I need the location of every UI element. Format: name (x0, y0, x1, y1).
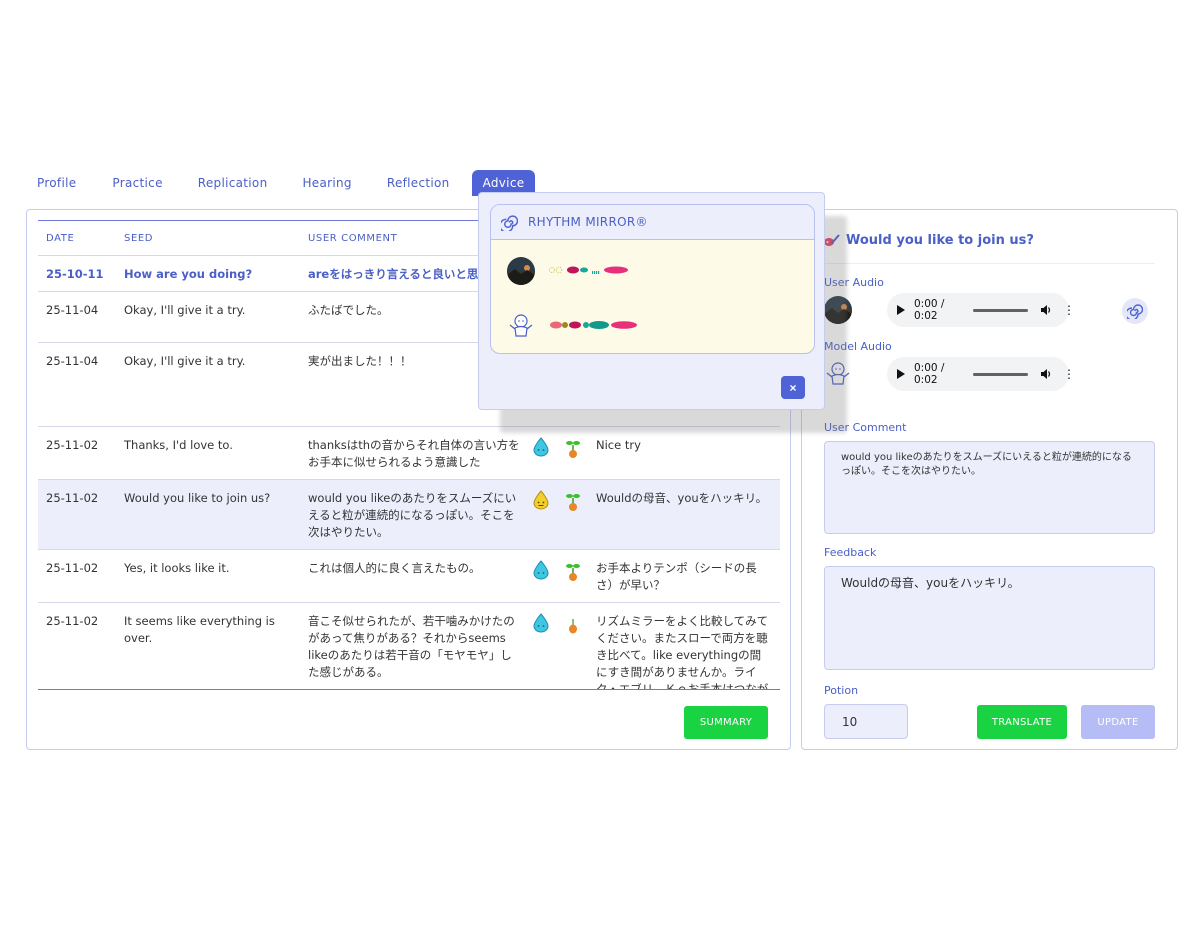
tab-bar: Profile Practice Replication Hearing Ref… (26, 170, 536, 196)
audio-time: 0:00 / 0:02 (914, 362, 945, 386)
cell-comment-text: areをはっきり言えると良いと思 (308, 266, 479, 281)
volume-icon[interactable] (1040, 368, 1056, 380)
divider (824, 263, 1155, 264)
volume-icon[interactable] (1040, 304, 1056, 316)
column-header-date[interactable]: DATE (38, 221, 116, 255)
table-row-selected[interactable]: 25-11-02 Would you like to join us? woul… (38, 478, 780, 549)
play-icon[interactable] (897, 369, 905, 379)
popup-title: RHYTHM MIRROR® (528, 215, 648, 229)
audio-progress[interactable] (973, 372, 1029, 376)
cell-seed: How are you doing? (116, 254, 300, 291)
cell-seed: Okay, I'll give it a try. (116, 290, 300, 342)
cell-seed: Yes, it looks like it. (116, 548, 300, 602)
column-header-seed[interactable]: SEED (116, 221, 300, 255)
cell-seed: Okay, I'll give it a try. (116, 341, 300, 426)
translate-button[interactable]: TRANSLATE (977, 705, 1067, 739)
spiral-icon (501, 214, 518, 231)
cell-date: 25-11-02 (38, 548, 116, 602)
update-button[interactable]: UPDATE (1081, 705, 1155, 739)
spiral-icon (1127, 304, 1143, 319)
sprout-icon (563, 478, 588, 549)
tab-reflection[interactable]: Reflection (376, 170, 461, 196)
cell-feedback: お手本よりテンポ（シードの長さ）が早い？ (588, 548, 780, 602)
sprout-icon (563, 425, 588, 479)
model-rhythm-graph (550, 321, 637, 329)
cell-feedback: リズムミラーをよく比較してみてください。またスローで両方を聴き比べて。like … (588, 601, 780, 689)
user-audio-player[interactable]: 0:00 / 0:02 ⋮ (887, 293, 1075, 327)
table-row[interactable]: 25-11-02 Yes, it looks like it. これは個人的に良… (38, 548, 780, 602)
table-row[interactable]: 25-11-02 Thanks, I'd love to. thanksはthの… (38, 425, 780, 479)
cell-date: 25-10-11 (38, 254, 116, 291)
feedback-label: Feedback (824, 546, 877, 559)
cell-comment: これは個人的に良く言えたもの。 (300, 548, 530, 602)
play-icon[interactable] (897, 305, 905, 315)
cell-comment: 音こそ似せられたが、若干噛みかけたのがあって焦りがある？それからseems li… (300, 601, 530, 689)
user-rhythm-graph (549, 266, 628, 274)
cell-date: 25-11-02 (38, 478, 116, 549)
detail-header: Would you like to join us? (824, 233, 1034, 248)
tab-profile[interactable]: Profile (26, 170, 87, 196)
user-avatar (507, 257, 535, 285)
cell-seed: It seems like everything is over. (116, 601, 300, 689)
more-vert-icon[interactable]: ⋮ (1063, 368, 1075, 380)
popup-header: RHYTHM MIRROR® (491, 205, 814, 240)
audio-progress[interactable] (973, 308, 1029, 312)
emotion-drop-icon (530, 601, 563, 689)
user-comment-field[interactable]: would you likeのあたりをスムーズにいえると粒が連続的になるっぽい。… (824, 441, 1155, 534)
detail-title: Would you like to join us? (846, 233, 1034, 248)
potion-input[interactable] (824, 704, 908, 739)
potion-label: Potion (824, 684, 859, 697)
tab-hearing[interactable]: Hearing (291, 170, 362, 196)
cell-seed: Would you like to join us? (116, 478, 300, 549)
cell-date: 25-11-02 (38, 601, 116, 689)
cell-comment: would you likeのあたりをスムーズにいえると粒が連続的になるっぽい。… (300, 478, 530, 549)
summary-button[interactable]: SUMMARY (684, 706, 768, 739)
emotion-neutral-icon (530, 478, 563, 549)
tab-replication[interactable]: Replication (187, 170, 279, 196)
close-button[interactable]: × (781, 376, 805, 399)
cell-feedback: Wouldの母音、youをハッキリ。 (588, 478, 780, 549)
cell-comment: thanksはthの音からそれ自体の言い方をお手本に似せられるよう意識した (300, 425, 530, 479)
model-character-icon (507, 312, 535, 340)
cell-seed: Thanks, I'd love to. (116, 425, 300, 479)
emotion-drop-icon (530, 425, 563, 479)
rhythm-mirror-button[interactable] (1122, 298, 1148, 324)
feedback-field[interactable]: Wouldの母音、youをハッキリ。 (824, 566, 1155, 670)
tab-practice[interactable]: Practice (101, 170, 173, 196)
model-audio-player[interactable]: 0:00 / 0:02 ⋮ (887, 357, 1075, 391)
seed-icon (563, 601, 588, 689)
cell-date: 25-11-04 (38, 290, 116, 342)
detail-panel: Would you like to join us? User Audio 0:… (801, 209, 1178, 750)
table-row[interactable]: 25-11-02 It seems like everything is ove… (38, 601, 780, 689)
more-vert-icon[interactable]: ⋮ (1063, 304, 1075, 316)
cell-date: 25-11-04 (38, 341, 116, 426)
emotion-drop-icon (530, 548, 563, 602)
cell-feedback: Nice try (588, 425, 780, 479)
rhythm-mirror-popup: RHYTHM MIRROR® × (478, 192, 825, 410)
sprout-icon (563, 548, 588, 602)
rhythm-mirror-card: RHYTHM MIRROR® (490, 204, 815, 354)
cell-date: 25-11-02 (38, 425, 116, 479)
audio-time: 0:00 / 0:02 (914, 298, 945, 322)
